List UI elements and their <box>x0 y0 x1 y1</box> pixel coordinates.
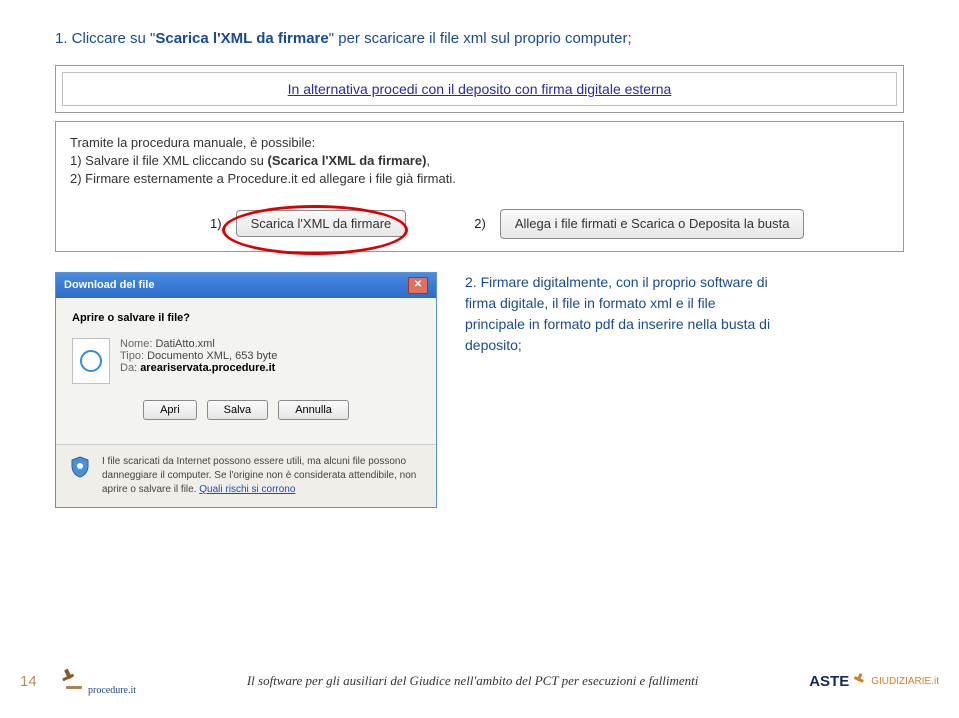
logo-aste: ASTE GIUDIZIARIE.it <box>809 672 939 690</box>
gavel-icon <box>60 666 86 696</box>
dialog-footer: I file scaricati da Internet possono ess… <box>56 444 436 507</box>
footer-title: Il software per gli ausiliari del Giudic… <box>136 673 809 689</box>
button2-number: 2) <box>474 215 486 233</box>
button1-number: 1) <box>210 215 222 233</box>
attach-files-button[interactable]: Allega i file firmati e Scarica o Deposi… <box>500 209 805 239</box>
logo-procedure: procedure.it <box>60 666 136 696</box>
save-button[interactable]: Salva <box>207 400 269 420</box>
procedure-line1: 1) Salvare il file XML cliccando su (Sca… <box>70 152 889 170</box>
download-dialog: Download del file ✕ Aprire o salvare il … <box>55 272 437 508</box>
panel-alternative: In alternativa procedi con il deposito c… <box>55 65 904 113</box>
dialog-titlebar: Download del file ✕ <box>56 273 436 298</box>
cancel-button[interactable]: Annulla <box>278 400 349 420</box>
shield-icon <box>68 455 92 479</box>
file-info: Nome: DatiAtto.xml Tipo: Documento XML, … <box>120 338 277 384</box>
file-icon <box>72 338 110 384</box>
risk-link[interactable]: Quali rischi si corrono <box>199 484 295 495</box>
page-number: 14 <box>20 673 60 690</box>
alternative-link[interactable]: In alternativa procedi con il deposito c… <box>62 72 897 106</box>
panel-procedure: Tramite la procedura manuale, è possibil… <box>55 121 904 252</box>
slide-footer: 14 procedure.it Il software per gli ausi… <box>0 666 959 696</box>
step-2-text: 2. Firmare digitalmente, con il proprio … <box>465 272 775 508</box>
dialog-question: Aprire o salvare il file? <box>72 312 420 324</box>
download-xml-button[interactable]: Scarica l'XML da firmare <box>236 210 407 237</box>
step-1-text: 1. Cliccare su "Scarica l'XML da firmare… <box>55 30 904 47</box>
open-button[interactable]: Apri <box>143 400 197 420</box>
procedure-line2: 2) Firmare esternamente a Procedure.it e… <box>70 170 889 188</box>
close-icon[interactable]: ✕ <box>408 277 428 294</box>
gavel-icon <box>851 672 869 690</box>
procedure-intro: Tramite la procedura manuale, è possibil… <box>70 134 889 152</box>
